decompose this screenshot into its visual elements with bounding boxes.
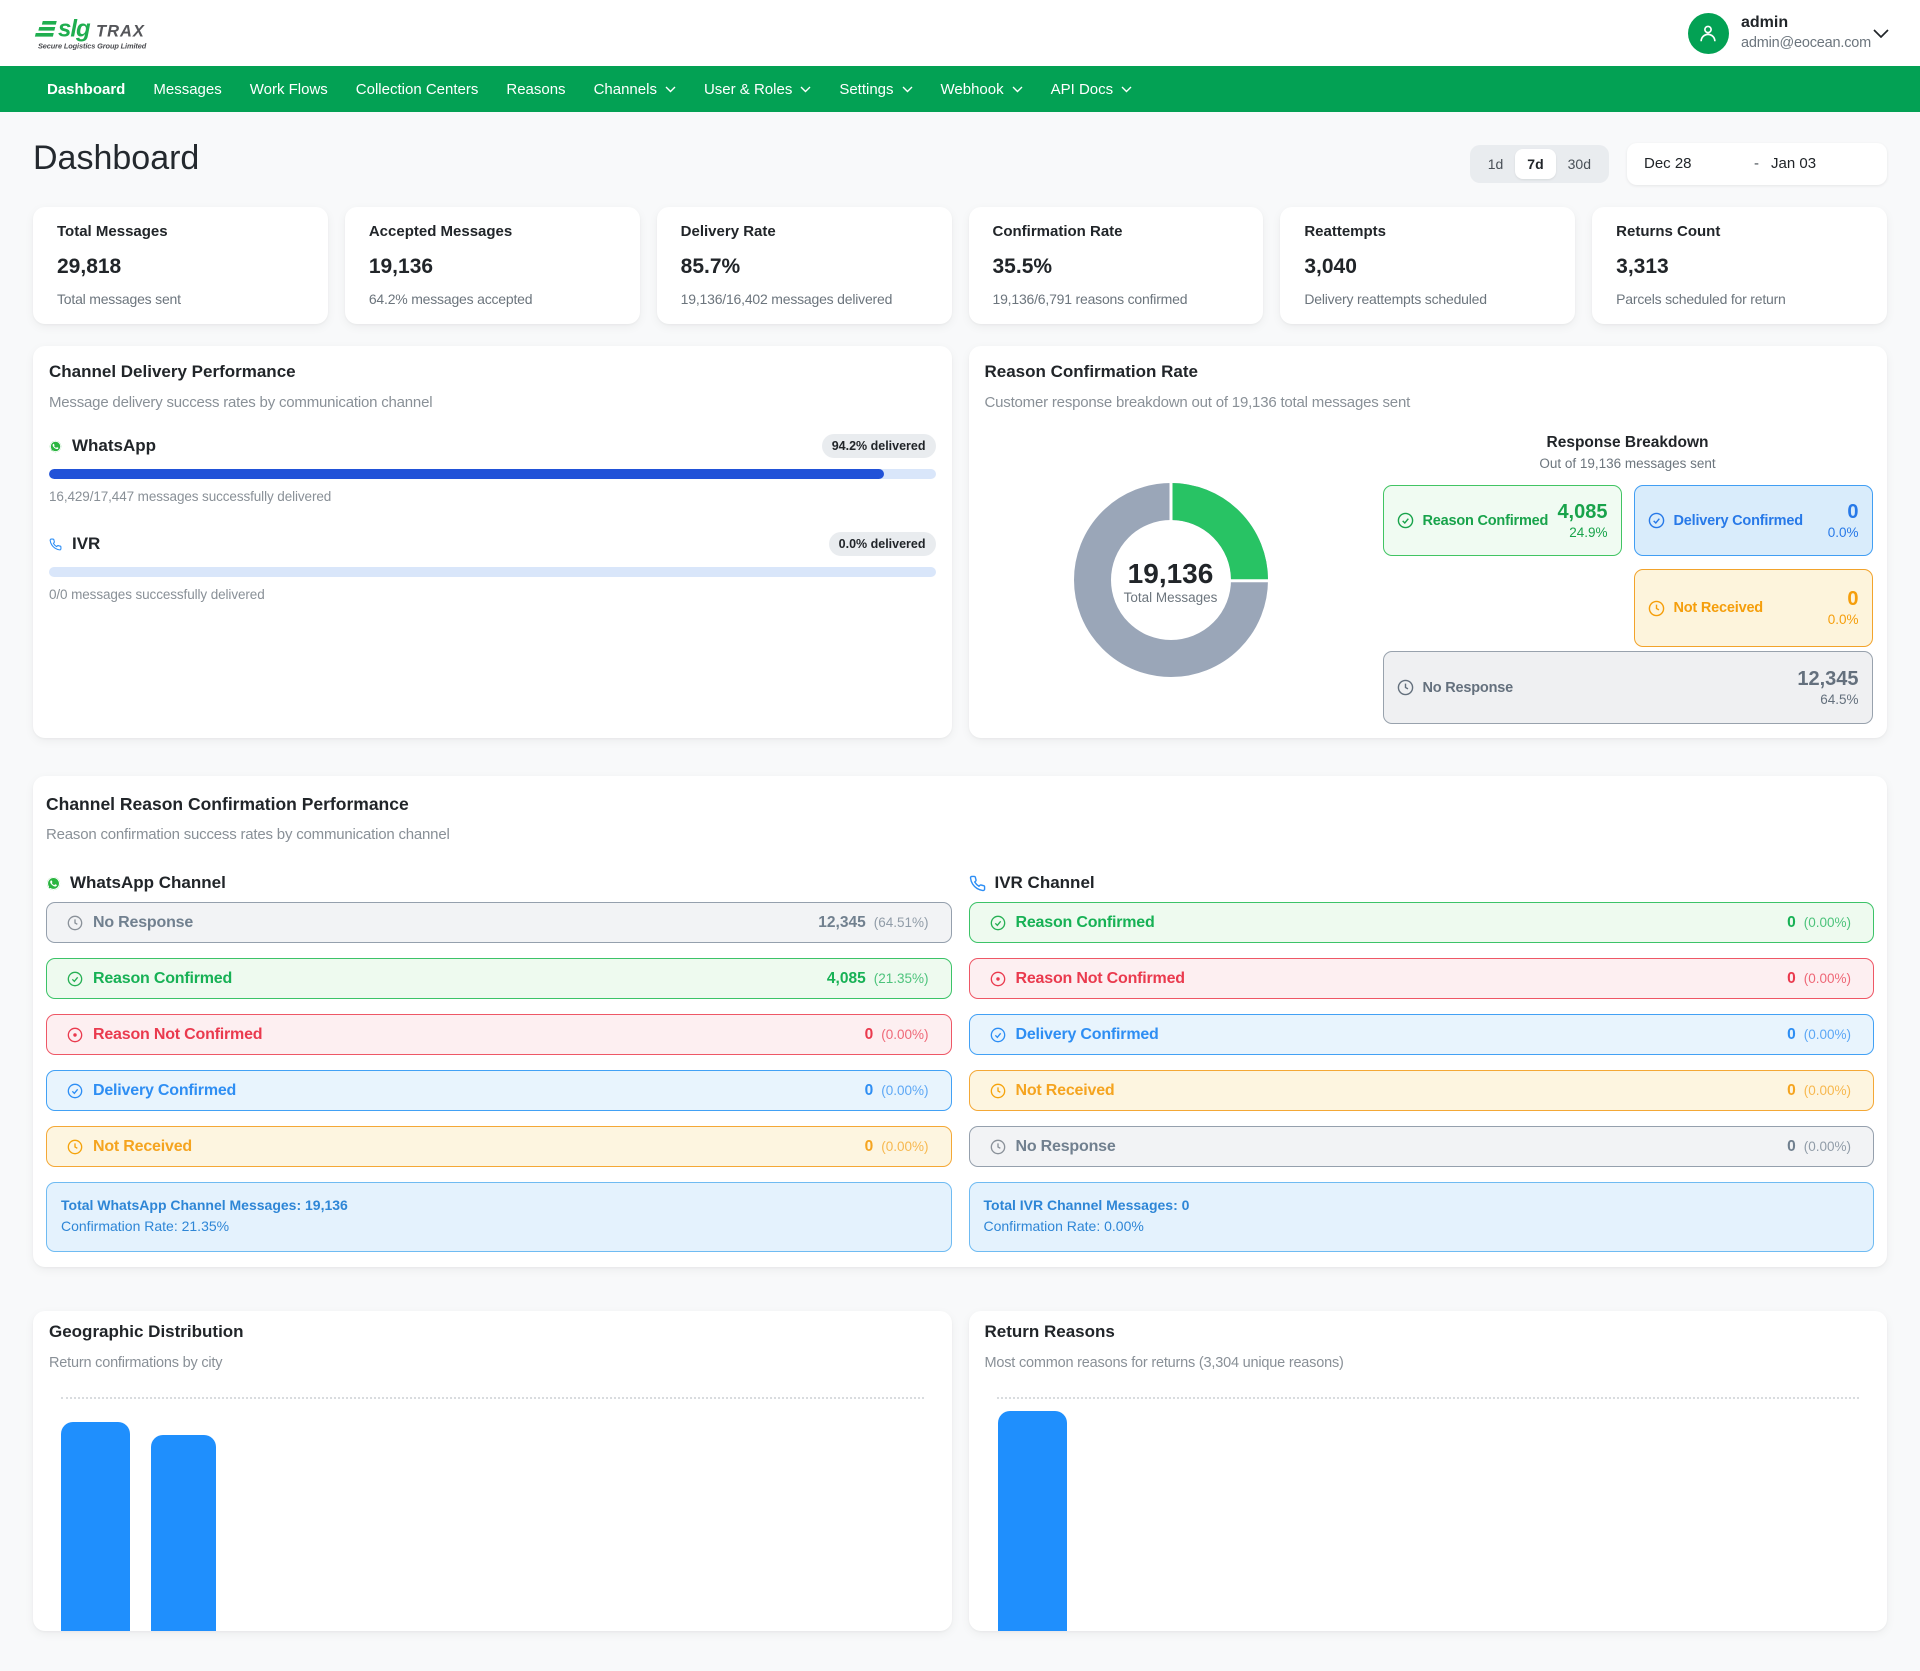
svg-text:Secure Logistics Group Limited: Secure Logistics Group Limited (38, 42, 147, 51)
svg-text:TRAX: TRAX (96, 23, 145, 41)
svg-text:slg: slg (58, 16, 91, 43)
